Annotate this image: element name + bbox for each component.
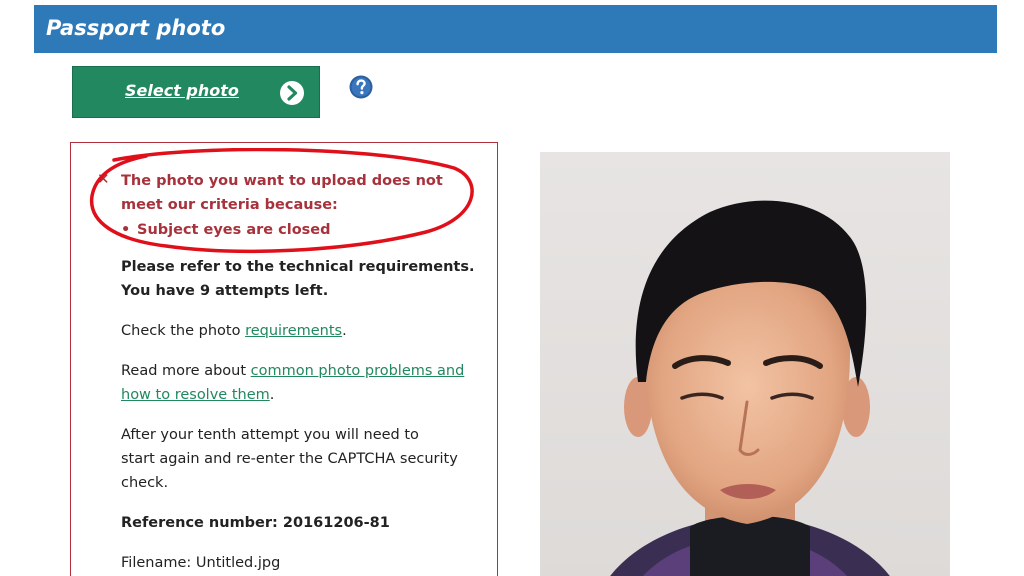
filename: Filename: Untitled.jpg xyxy=(121,551,501,575)
header-bar: Passport photo xyxy=(34,5,997,53)
resolve-link[interactable]: how to resolve them xyxy=(121,387,270,403)
captcha-line-3: check. xyxy=(121,475,169,491)
captcha-notice: After your tenth attempt you will need t… xyxy=(121,423,501,495)
close-icon: ✕ xyxy=(97,170,110,188)
requirements-notice: Please refer to the technical requiremen… xyxy=(121,255,501,303)
check-requirements-line: Check the photo requirements. xyxy=(121,319,501,343)
select-photo-button[interactable]: Select photo xyxy=(72,66,320,118)
error-message: The photo you want to upload does not me… xyxy=(121,173,443,213)
common-problems-link[interactable]: common photo problems and xyxy=(251,363,465,379)
reference-number: Reference number: 20161206-81 xyxy=(121,511,501,535)
read-suffix: . xyxy=(269,387,275,403)
reference-value: 20161206-81 xyxy=(282,515,390,531)
select-photo-label: Select photo xyxy=(125,81,239,100)
filename-value: Untitled.jpg xyxy=(195,555,281,571)
error-info-panel: ✕ The photo you want to upload does not … xyxy=(70,142,498,576)
chevron-right-circle-icon xyxy=(280,81,304,105)
filename-label: Filename: xyxy=(121,555,196,571)
check-prefix: Check the photo xyxy=(121,323,246,339)
check-suffix: . xyxy=(342,323,347,339)
error-reason: Subject eyes are closed xyxy=(137,222,331,238)
passport-photo xyxy=(540,152,950,576)
attempts-left-line: You have 9 attempts left. xyxy=(121,283,329,299)
requirements-link[interactable]: requirements xyxy=(245,323,342,339)
question-circle-icon[interactable] xyxy=(349,75,373,99)
requirements-line: Please refer to the technical requiremen… xyxy=(121,259,475,275)
reference-label: Reference number: xyxy=(121,515,283,531)
page: Passport photo Select photo ✕ The photo … xyxy=(0,0,1024,576)
error-reason-list: • Subject eyes are closed xyxy=(121,218,331,242)
page-title: Passport photo xyxy=(46,16,226,40)
captcha-line-2: start again and re-enter the CAPTCHA sec… xyxy=(121,451,458,467)
common-problems-paragraph: Read more about common photo problems an… xyxy=(121,359,501,407)
captcha-line-1: After your tenth attempt you will need t… xyxy=(121,427,419,443)
portrait-image xyxy=(610,200,890,576)
read-prefix: Read more about xyxy=(121,363,251,379)
bullet: • xyxy=(121,222,131,238)
